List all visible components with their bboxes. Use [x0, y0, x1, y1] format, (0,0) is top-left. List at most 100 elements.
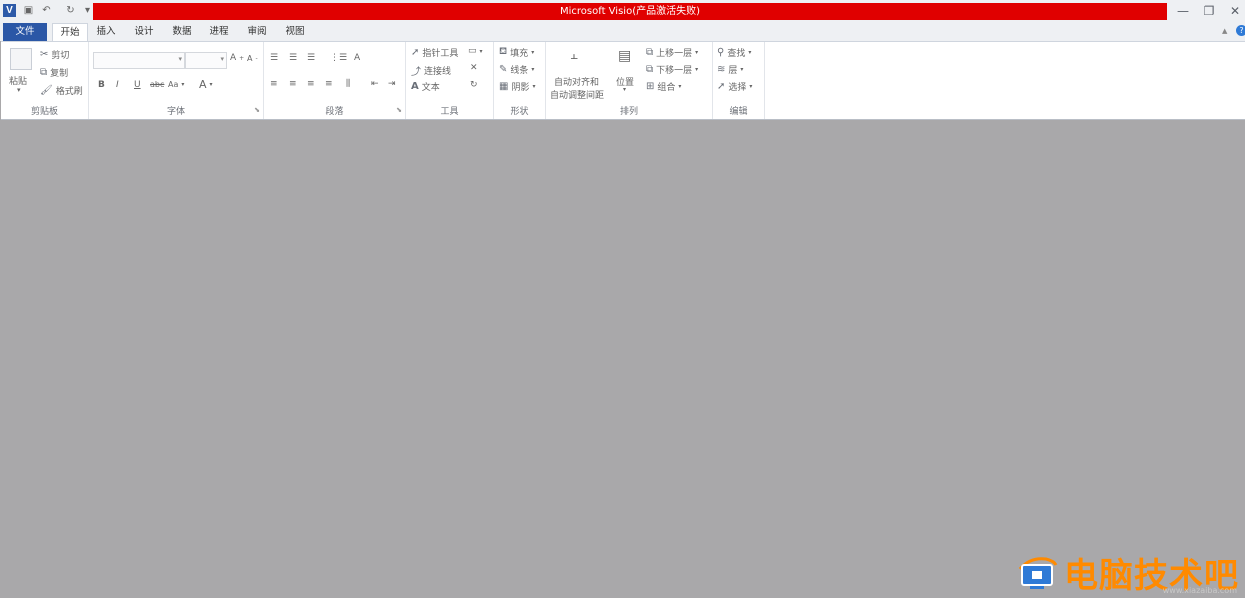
- group-label: 组合: [657, 83, 676, 93]
- bring-forward-button[interactable]: ⧉ 上移一层 ▾: [646, 46, 698, 59]
- align-middle-icon[interactable]: ☰: [289, 53, 297, 63]
- window-title: Microsoft Visio(产品激活失败): [93, 3, 1167, 20]
- visio-app-icon[interactable]: V: [3, 4, 16, 17]
- save-icon[interactable]: ▣: [22, 4, 35, 17]
- font-color-button[interactable]: A ▾: [199, 78, 213, 91]
- cut-label: 剪切: [51, 51, 70, 61]
- dialog-launcher-icon[interactable]: ⬊: [254, 106, 260, 114]
- shrink-font-button[interactable]: A-: [247, 54, 258, 63]
- font-size-select[interactable]: ▾: [185, 52, 227, 69]
- grow-font-icon: A: [230, 53, 237, 63]
- line-icon: ✎: [499, 64, 508, 75]
- chevron-down-icon: ▾: [178, 55, 182, 63]
- text-direction-icon[interactable]: A: [354, 53, 360, 63]
- tab-home[interactable]: 开始: [52, 23, 88, 41]
- workspace-canvas[interactable]: [0, 120, 1245, 598]
- line-button[interactable]: ✎ 线条 ▾: [499, 63, 534, 76]
- grow-font-button[interactable]: A +: [230, 53, 244, 63]
- select-icon: ➚: [717, 81, 726, 92]
- chevron-down-icon: ▾: [181, 81, 185, 88]
- format-painter-button[interactable]: 🖌 格式刷: [40, 84, 83, 97]
- auto-space-label[interactable]: 自动调整间距: [550, 88, 604, 101]
- connection-point-icon[interactable]: ✕: [470, 63, 478, 73]
- auto-align-icon: ⫠: [570, 48, 578, 63]
- send-backward-icon: ⧉: [646, 64, 654, 75]
- bold-button[interactable]: B: [98, 80, 105, 90]
- chevron-down-icon: ▾: [209, 81, 213, 88]
- group-button[interactable]: ⊞ 组合 ▾: [646, 80, 681, 93]
- tab-review[interactable]: 审阅: [243, 23, 271, 41]
- auto-align-label[interactable]: 自动对齐和: [554, 75, 599, 88]
- rectangle-tool-icon[interactable]: ▭ ▾: [468, 46, 483, 56]
- minimize-button[interactable]: —: [1172, 3, 1194, 19]
- close-button[interactable]: ✕: [1224, 3, 1245, 19]
- copy-label: 复制: [50, 69, 69, 79]
- connector-label: 连接线: [424, 67, 452, 77]
- shadow-button[interactable]: ▦ 阴影 ▾: [499, 80, 535, 93]
- shadow-label: 阴影: [511, 83, 530, 93]
- group-label-paragraph: 段落: [325, 107, 344, 117]
- group-shape: ⛾ 填充 ▾ ✎ 线条 ▾ ▦ 阴影 ▾ 形状: [494, 42, 546, 119]
- binoculars-icon: ⚲: [717, 47, 725, 58]
- increase-indent-icon[interactable]: ⇥: [388, 79, 396, 89]
- tab-view[interactable]: 视图: [281, 23, 309, 41]
- fill-icon: ⛾: [499, 46, 508, 57]
- restore-button[interactable]: ❐: [1198, 3, 1220, 19]
- connector-button[interactable]: ⤴ 连接线: [411, 63, 451, 78]
- select-button[interactable]: ➚ 选择 ▾: [717, 80, 752, 93]
- tab-data[interactable]: 数据: [168, 23, 196, 41]
- collapse-ribbon-icon[interactable]: ▲: [1222, 27, 1227, 35]
- text-tool-button[interactable]: A 文本: [411, 80, 440, 93]
- group-label-arrange: 排列: [619, 107, 638, 117]
- redo-icon[interactable]: ↻: [64, 4, 77, 17]
- pointer-label: 指针工具: [422, 49, 459, 59]
- rotate-icon[interactable]: ↻: [470, 80, 478, 90]
- copy-button[interactable]: ⧉ 复制: [40, 66, 68, 79]
- paste-icon[interactable]: [10, 48, 32, 70]
- undo-icon[interactable]: ↶: [40, 4, 53, 17]
- tab-file[interactable]: 文件: [3, 23, 47, 41]
- underline-button[interactable]: U: [134, 80, 141, 90]
- align-center-icon[interactable]: ≡: [289, 79, 297, 89]
- send-backward-button[interactable]: ⧉ 下移一层 ▾: [646, 63, 698, 76]
- fill-button[interactable]: ⛾ 填充 ▾: [499, 46, 534, 59]
- ribbon: 粘贴 ▾ ✂ 剪切 ⧉ 复制 🖌 格式刷 剪贴板 ▾ ▾ A + A- B I U ab…: [1, 41, 1245, 121]
- align-right-icon[interactable]: ≡: [307, 79, 315, 89]
- layers-button[interactable]: ≋ 层 ▾: [717, 63, 743, 76]
- distribute-icon[interactable]: ⫼: [346, 79, 350, 89]
- group-label-shape: 形状: [510, 107, 529, 117]
- position-icon: ▤: [618, 48, 632, 64]
- align-bottom-icon[interactable]: ☰: [307, 53, 315, 63]
- change-case-button[interactable]: Aa ▾: [168, 80, 184, 89]
- brush-icon: 🖌: [40, 85, 53, 96]
- cut-button[interactable]: ✂ 剪切: [40, 48, 69, 61]
- decrease-indent-icon[interactable]: ⇤: [371, 79, 379, 89]
- group-label-tools: 工具: [440, 107, 459, 117]
- pointer-icon: ➚: [411, 47, 420, 58]
- chevron-down-icon: ▾: [740, 66, 744, 73]
- tab-process[interactable]: 进程: [205, 23, 233, 41]
- pointer-tool-button[interactable]: ➚ 指针工具: [411, 46, 458, 59]
- group-label-font: 字体: [166, 107, 185, 117]
- italic-button[interactable]: I: [116, 80, 119, 90]
- justify-icon[interactable]: ≡: [325, 79, 333, 89]
- font-family-select[interactable]: ▾: [93, 52, 185, 69]
- align-left-icon[interactable]: ≡: [270, 79, 278, 89]
- tab-insert[interactable]: 插入: [92, 23, 120, 41]
- find-button[interactable]: ⚲ 查找 ▾: [717, 46, 751, 59]
- scissors-icon: ✂: [40, 49, 49, 60]
- dialog-launcher-icon[interactable]: ⬊: [396, 106, 402, 114]
- bullets-icon[interactable]: ⋮☰: [330, 53, 347, 63]
- help-icon[interactable]: ?: [1236, 25, 1245, 36]
- chevron-down-icon: ▾: [749, 83, 753, 90]
- chevron-down-icon: ▾: [748, 49, 752, 56]
- format-painter-label: 格式刷: [55, 87, 83, 97]
- tab-design[interactable]: 设计: [130, 23, 158, 41]
- group-editing: ⚲ 查找 ▾ ≋ 层 ▾ ➚ 选择 ▾ 编辑: [713, 42, 765, 119]
- font-color-icon: A: [199, 78, 207, 91]
- align-top-icon[interactable]: ☰: [270, 53, 278, 63]
- paste-dropdown-icon[interactable]: ▾: [17, 86, 21, 94]
- group-tools: ➚ 指针工具 ▭ ▾ ⤴ 连接线 ✕ A 文本 ↻ 工具: [406, 42, 494, 119]
- chevron-down-icon[interactable]: ▾: [623, 86, 626, 93]
- strikethrough-button[interactable]: abc: [150, 80, 164, 89]
